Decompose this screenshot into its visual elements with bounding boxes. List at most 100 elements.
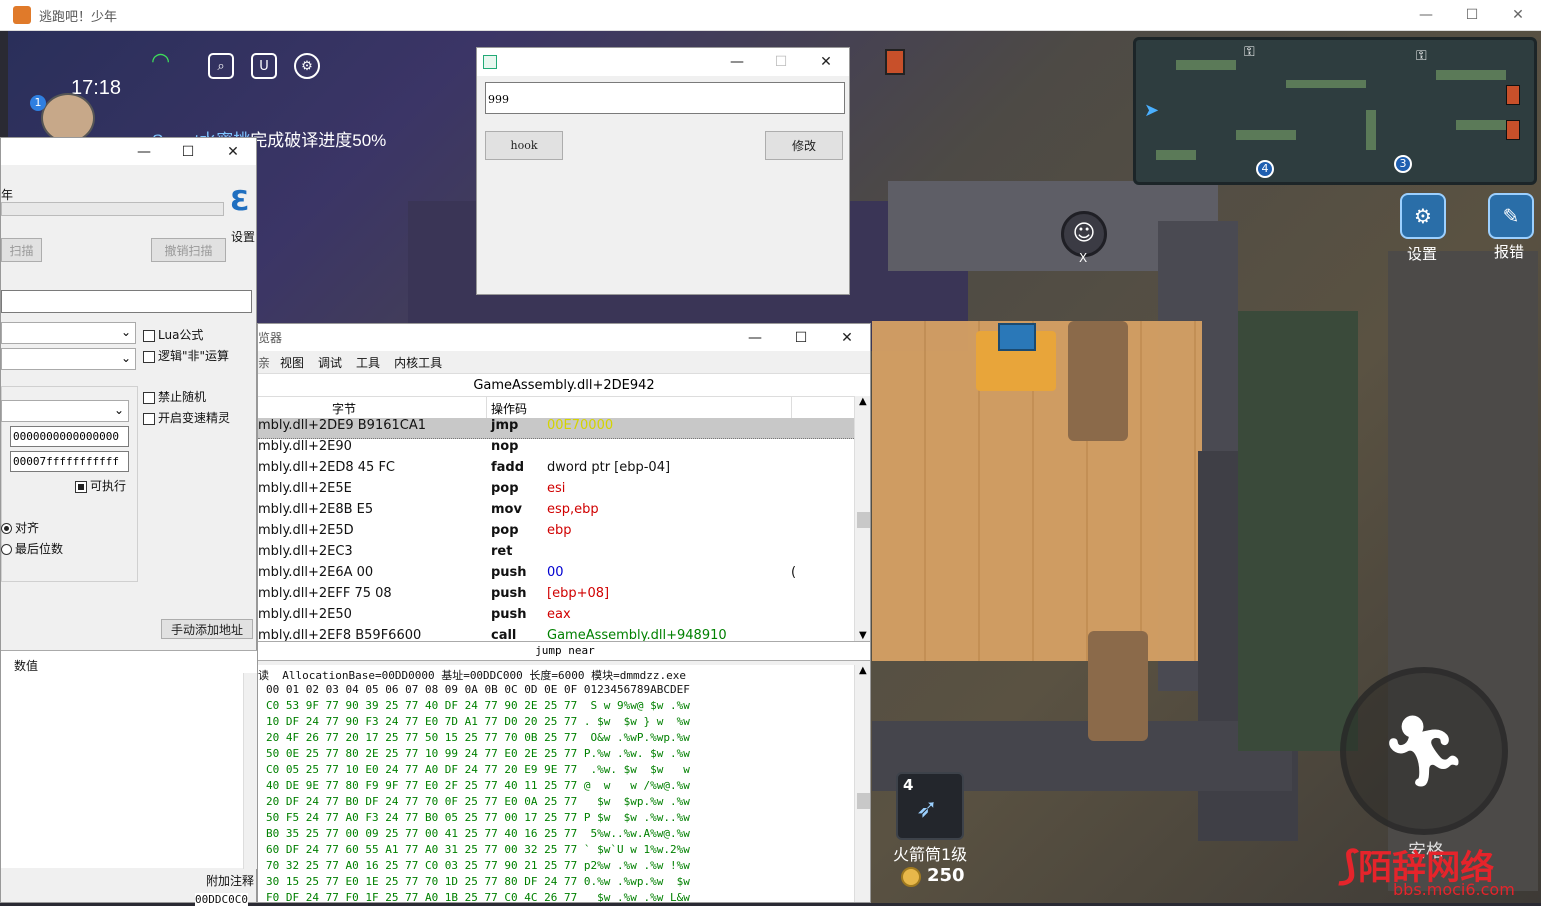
item-slot[interactable]: 4 ➶: [896, 772, 964, 840]
hex-bytes[interactable]: B0 35 25 77 00 09 25 77 00 41 25 77 40 1…: [266, 827, 577, 840]
hex-row[interactable]: C0 05 25 77 10 E0 24 77 A0 DF 24 77 20 E…: [266, 763, 690, 776]
lua-formula-checkbox[interactable]: Lua公式: [143, 326, 203, 343]
value-column-header[interactable]: 数值: [14, 657, 38, 674]
end-address-input[interactable]: 00007fffffffffff: [10, 451, 129, 472]
bag-icon[interactable]: U: [251, 53, 277, 79]
address-list[interactable]: 数值: [1, 650, 257, 869]
address-list-scrollbar[interactable]: [243, 673, 257, 869]
hex-bytes[interactable]: 20 DF 24 77 B0 DF 24 77 70 0F 25 77 E0 0…: [266, 795, 577, 808]
scroll-thumb[interactable]: [857, 793, 870, 809]
scroll-up-icon[interactable]: ▲: [859, 665, 867, 676]
disassembly-row[interactable]: mbly.dll+2E5E pop esi: [258, 481, 854, 502]
report-icon[interactable]: ✎: [1488, 193, 1534, 239]
align-radio[interactable]: 对齐: [1, 519, 39, 536]
hex-bytes[interactable]: F0 DF 24 77 F0 1F 25 77 A0 1B 25 77 C0 4…: [266, 891, 577, 902]
add-comment-link[interactable]: 附加注释: [206, 872, 254, 889]
hex-row[interactable]: 70 32 25 77 A0 16 25 77 C0 03 25 77 90 2…: [266, 859, 690, 872]
disassembly-row[interactable]: mbly.dll+2ED8 45 FC fadd dword ptr [ebp-04…: [258, 460, 854, 481]
disassembly-row[interactable]: mbly.dll+2EFF 75 08 push [ebp+08]: [258, 586, 854, 607]
hex-scrollbar[interactable]: ▲: [854, 665, 870, 902]
menu-search-fragment[interactable]: 亲: [258, 354, 270, 371]
minimize-button[interactable]: —: [1403, 0, 1449, 31]
scan-value-input[interactable]: [1, 290, 252, 313]
hex-bytes[interactable]: 70 32 25 77 A0 16 25 77 C0 03 25 77 90 2…: [266, 859, 577, 872]
hex-bytes[interactable]: 30 15 25 77 E0 1E 25 77 70 1D 25 77 80 D…: [266, 875, 577, 888]
hex-row[interactable]: 40 DE 9E 77 80 F9 9F 77 E0 2F 25 77 40 1…: [266, 779, 690, 792]
search-icon[interactable]: ⌕: [208, 53, 234, 79]
close-button[interactable]: ✕: [824, 324, 870, 351]
hex-row[interactable]: 20 4F 26 77 20 17 25 77 50 15 25 77 70 0…: [266, 731, 690, 744]
minimize-button[interactable]: —: [122, 138, 166, 165]
disassembly-scrollbar[interactable]: ▲ ▼: [854, 396, 870, 641]
cheat-engine-logo-icon[interactable]: Ɛ: [230, 186, 256, 222]
disassembly-row[interactable]: mbly.dll+2E50 push eax: [258, 607, 854, 628]
gear-icon[interactable]: ⚙: [294, 53, 320, 79]
emote-close[interactable]: X: [1079, 251, 1087, 265]
disassembly-row[interactable]: mbly.dll+2E6A 00 push 00 (: [258, 565, 854, 586]
opcode-column-header[interactable]: 操作码: [491, 400, 527, 417]
settings-label[interactable]: 设置: [231, 228, 255, 245]
disassembly-row[interactable]: mbly.dll+2E90 nop: [258, 439, 854, 460]
hook-button[interactable]: hook: [485, 131, 563, 160]
disassembly-row[interactable]: mbly.dll+2EF8 B59F6600 call GameAssembly.d…: [258, 628, 854, 642]
undo-scan-button[interactable]: 撤销扫描: [151, 238, 226, 262]
hex-row[interactable]: 50 F5 24 77 A0 F3 24 77 B0 05 25 77 00 1…: [266, 811, 690, 824]
hex-bytes[interactable]: C0 05 25 77 10 E0 24 77 A0 DF 24 77 20 E…: [266, 763, 577, 776]
start-address-input[interactable]: 0000000000000000: [10, 426, 129, 447]
menu-tools[interactable]: 工具: [356, 354, 380, 371]
minimize-button[interactable]: —: [732, 324, 778, 351]
executable-checkbox[interactable]: 可执行: [75, 477, 126, 494]
disassembly-row[interactable]: mbly.dll+2EC3 ret: [258, 544, 854, 565]
instruction-address: mbly.dll+2E6A 00: [258, 565, 374, 580]
hex-bytes[interactable]: C0 53 9F 77 90 39 25 77 40 DF 24 77 90 2…: [266, 699, 577, 712]
disassembly-row[interactable]: mbly.dll+2E8B E5 mov esp,ebp: [258, 502, 854, 523]
scroll-down-icon[interactable]: ▼: [859, 630, 867, 641]
scroll-thumb[interactable]: [857, 512, 870, 528]
hex-row[interactable]: 10 DF 24 77 90 F3 24 77 E0 7D A1 77 D0 2…: [266, 715, 690, 728]
memory-region-select[interactable]: ⌄: [1, 400, 129, 422]
close-button[interactable]: ✕: [1495, 0, 1541, 31]
hex-row[interactable]: 50 0E 25 77 80 2E 25 77 10 99 24 77 E0 2…: [266, 747, 690, 760]
maximize-button[interactable]: ☐: [166, 138, 210, 165]
bytes-column-header[interactable]: 字节: [332, 400, 356, 417]
hex-bytes[interactable]: 20 4F 26 77 20 17 25 77 50 15 25 77 70 0…: [266, 731, 577, 744]
hex-row[interactable]: B0 35 25 77 00 09 25 77 00 41 25 77 40 1…: [266, 827, 690, 840]
menu-kernel-tools[interactable]: 内核工具: [394, 354, 442, 371]
close-button[interactable]: ✕: [210, 138, 256, 165]
settings-gear-icon[interactable]: ⚙: [1400, 193, 1446, 239]
disassembly-view[interactable]: mbly.dll+2DE9 B9161CA1 jmp 00E70000 mbly.dl…: [258, 418, 854, 642]
minimize-button[interactable]: —: [715, 48, 759, 76]
hex-row[interactable]: C0 53 9F 77 90 39 25 77 40 DF 24 77 90 2…: [266, 699, 690, 712]
hex-bytes[interactable]: 10 DF 24 77 90 F3 24 77 E0 7D A1 77 D0 2…: [266, 715, 577, 728]
hex-bytes[interactable]: 60 DF 24 77 60 55 A1 77 A0 31 25 77 00 3…: [266, 843, 577, 856]
hex-view[interactable]: 读 AllocationBase=00DD0000 基址=00DDC000 长度…: [258, 665, 854, 902]
scan-type-select[interactable]: ⌄: [1, 322, 136, 344]
modify-button[interactable]: 修改: [765, 131, 843, 160]
hex-row[interactable]: 30 15 25 77 E0 1E 25 77 70 1D 25 77 80 D…: [266, 875, 690, 888]
disassembly-row[interactable]: mbly.dll+2E5D pop ebp: [258, 523, 854, 544]
jump-button[interactable]: 🏃︎: [1340, 667, 1508, 835]
disassembly-row[interactable]: mbly.dll+2DE9 B9161CA1 jmp 00E70000: [258, 418, 854, 439]
add-address-button[interactable]: 手动添加地址: [161, 619, 253, 639]
maximize-button[interactable]: ☐: [778, 324, 824, 351]
hex-bytes[interactable]: 40 DE 9E 77 80 F9 9F 77 E0 2F 25 77 40 1…: [266, 779, 577, 792]
minimap[interactable]: ➤ 4 3 ⚿ ⚿: [1133, 37, 1537, 185]
menu-view[interactable]: 视图: [280, 354, 304, 371]
close-button[interactable]: ✕: [803, 48, 849, 76]
value-input[interactable]: 999: [485, 82, 845, 114]
hex-row[interactable]: 20 DF 24 77 B0 DF 24 77 70 0F 25 77 E0 0…: [266, 795, 690, 808]
value-type-select[interactable]: ⌄: [1, 348, 136, 370]
hex-bytes[interactable]: 50 0E 25 77 80 2E 25 77 10 99 24 77 E0 2…: [266, 747, 577, 760]
no-random-checkbox[interactable]: 禁止随机: [143, 388, 206, 405]
maximize-button[interactable]: ☐: [1449, 0, 1495, 31]
hex-row[interactable]: F0 DF 24 77 F0 1F 25 77 A0 1B 25 77 C0 4…: [266, 891, 690, 902]
hex-row[interactable]: 60 DF 24 77 60 55 A1 77 A0 31 25 77 00 3…: [266, 843, 690, 856]
speedhack-checkbox[interactable]: 开启变速精灵: [143, 409, 230, 426]
logic-not-checkbox[interactable]: 逻辑"非"运算: [143, 347, 229, 364]
avatar[interactable]: [41, 93, 95, 143]
menu-debug[interactable]: 调试: [318, 354, 342, 371]
scan-button[interactable]: 扫描: [1, 238, 42, 262]
scroll-up-icon[interactable]: ▲: [859, 396, 867, 407]
hex-bytes[interactable]: 50 F5 24 77 A0 F3 24 77 B0 05 25 77 00 1…: [266, 811, 577, 824]
last-digits-radio[interactable]: 最后位数: [1, 540, 63, 557]
